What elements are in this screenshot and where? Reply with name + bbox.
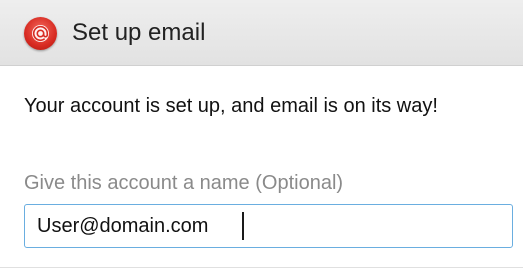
email-app-icon	[24, 17, 57, 50]
account-name-input[interactable]	[24, 204, 513, 248]
account-name-label: Give this account a name (Optional)	[24, 172, 344, 194]
page-title: Set up email	[72, 19, 206, 46]
divider	[0, 267, 523, 268]
setup-complete-message: Your account is set up, and email is on …	[24, 95, 438, 117]
text-cursor	[242, 212, 244, 240]
action-bar: Set up email	[0, 0, 523, 66]
setup-email-screen: Set up email Your account is set up, and…	[0, 0, 523, 273]
